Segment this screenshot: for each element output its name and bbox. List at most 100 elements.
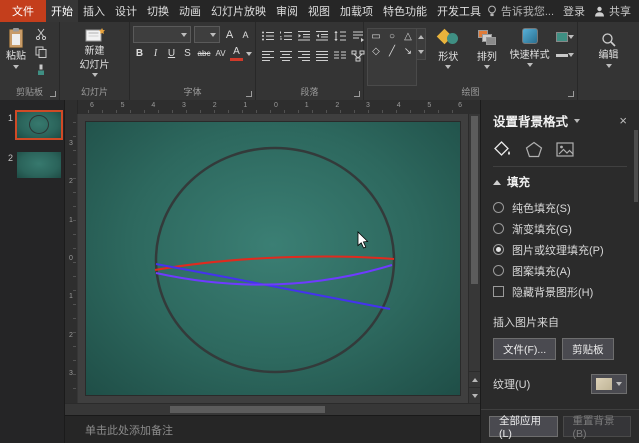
shrink-font-button[interactable]: A — [239, 27, 252, 42]
tab-transitions[interactable]: 切换 — [142, 0, 174, 22]
tab-addins[interactable]: 加载项 — [335, 0, 378, 22]
paste-button[interactable]: 粘贴 — [3, 26, 29, 86]
copy-button[interactable] — [32, 44, 50, 60]
line-shape-icon[interactable]: ╱ — [389, 46, 395, 57]
horizontal-ruler: 6543210123456 — [78, 100, 480, 114]
horizontal-scrollbar-thumb[interactable] — [170, 406, 325, 413]
picture-texture-fill-option[interactable]: 图片或纹理填充(P) — [493, 239, 627, 260]
font-name-select[interactable] — [133, 26, 191, 43]
apply-to-all-button[interactable]: 全部应用(L) — [489, 416, 558, 437]
effects-pentagon-icon[interactable] — [525, 141, 543, 158]
numbering-button[interactable] — [277, 28, 294, 44]
align-left-icon — [261, 50, 275, 62]
clipboard-source-button[interactable]: 剪贴板 — [562, 338, 614, 360]
increase-indent-button[interactable] — [313, 28, 330, 44]
underline-button[interactable]: U — [165, 46, 178, 61]
slide-canvas-area[interactable] — [78, 114, 468, 403]
grow-font-button[interactable]: A — [223, 27, 236, 42]
columns-button[interactable] — [331, 48, 348, 64]
italic-button[interactable]: I — [149, 46, 162, 61]
hide-background-option[interactable]: 隐藏背景图形(H) — [493, 281, 627, 302]
tab-animations[interactable]: 动画 — [174, 0, 206, 22]
tab-design[interactable]: 设计 — [110, 0, 142, 22]
shape-gallery[interactable]: ▭ ○ △ ◇ ╱ ↘ — [367, 28, 417, 86]
arrange-button[interactable]: 排列 — [471, 26, 504, 86]
text-shadow-button[interactable]: S — [181, 46, 194, 61]
slide-1-preview[interactable] — [17, 112, 61, 138]
line-spacing-button[interactable] — [331, 28, 348, 44]
align-right-button[interactable] — [295, 48, 312, 64]
slide-surface[interactable] — [86, 122, 460, 395]
diamond-shape-icon[interactable]: ◇ — [372, 46, 380, 57]
cut-button[interactable] — [32, 26, 50, 42]
align-center-button[interactable] — [277, 48, 294, 64]
quick-styles-button[interactable]: 快速样式 — [509, 26, 550, 86]
shape-fill-button[interactable] — [556, 29, 574, 45]
vertical-scrollbar[interactable] — [468, 114, 480, 403]
tab-developer[interactable]: 开发工具 — [432, 0, 486, 22]
clipboard-dialog-launcher-icon[interactable] — [50, 91, 56, 97]
shape-gallery-scrollbar[interactable] — [417, 28, 426, 60]
pattern-fill-option[interactable]: 图案填充(A) — [493, 260, 627, 281]
tab-view[interactable]: 视图 — [303, 0, 335, 22]
triangle-shape-icon[interactable]: △ — [404, 31, 412, 42]
decrease-indent-button[interactable] — [295, 28, 312, 44]
pattern-fill-radio[interactable] — [493, 265, 504, 276]
bold-button[interactable]: B — [133, 46, 146, 61]
gradient-fill-label: 渐变填充(G) — [512, 221, 572, 237]
justify-button[interactable] — [313, 48, 330, 64]
font-dialog-launcher-icon[interactable] — [246, 91, 252, 97]
tab-home[interactable]: 开始 — [46, 0, 78, 22]
horizontal-scrollbar[interactable] — [65, 403, 480, 415]
panel-close-button[interactable]: × — [619, 114, 627, 127]
drawing-group: ▭ ○ △ ◇ ╱ ↘ 形状 — [364, 22, 578, 100]
ellipse-shape-icon[interactable]: ○ — [389, 31, 395, 42]
file-button[interactable]: 文件(F)... — [493, 338, 556, 360]
tab-special-features[interactable]: 特色功能 — [378, 0, 432, 22]
next-slide-button[interactable] — [469, 387, 480, 403]
format-painter-button[interactable] — [32, 62, 50, 78]
arrow-shape-icon[interactable]: ↘ — [404, 46, 412, 57]
tab-insert[interactable]: 插入 — [78, 0, 110, 22]
hide-background-checkbox[interactable] — [493, 286, 504, 297]
previous-slide-button[interactable] — [469, 371, 480, 387]
shapes-button[interactable]: 形状 — [432, 26, 465, 86]
tab-file[interactable]: 文件 — [0, 0, 46, 22]
tell-me-box[interactable]: 告诉我您... — [487, 3, 554, 19]
shape-outline-icon — [556, 54, 568, 57]
font-color-button[interactable]: A — [230, 46, 243, 61]
gradient-fill-radio[interactable] — [493, 223, 504, 234]
paragraph-dialog-launcher-icon[interactable] — [354, 91, 360, 97]
picture-icon[interactable] — [556, 142, 574, 157]
tab-slideshow[interactable]: 幻灯片放映 — [206, 0, 271, 22]
picture-texture-fill-radio[interactable] — [493, 244, 504, 255]
gradient-fill-option[interactable]: 渐变填充(G) — [493, 218, 627, 239]
bullets-button[interactable] — [259, 28, 276, 44]
login-button[interactable]: 登录 — [563, 3, 585, 19]
slide-thumbnail-1[interactable]: 1 — [2, 112, 64, 138]
fill-section-header[interactable]: 填充 — [493, 174, 627, 190]
character-spacing-button[interactable]: AV — [214, 46, 227, 61]
slide-thumbnail-panel: 1 2 — [0, 100, 65, 443]
texture-dropdown[interactable] — [591, 374, 627, 394]
vertical-scrollbar-thumb[interactable] — [471, 116, 478, 284]
strikethrough-button[interactable]: abc — [197, 46, 211, 61]
shape-outline-button[interactable] — [556, 47, 574, 63]
solid-fill-option[interactable]: 纯色填充(S) — [493, 197, 627, 218]
new-slide-button[interactable]: 新建 幻灯片 — [77, 26, 113, 86]
edit-menu-button[interactable]: 编辑 — [596, 26, 622, 86]
drawing-dialog-launcher-icon[interactable] — [568, 91, 574, 97]
font-size-select[interactable] — [194, 26, 220, 43]
slide-thumbnail-2[interactable]: 2 — [2, 152, 64, 178]
share-button[interactable]: 共享 — [594, 3, 631, 19]
font-color-caret[interactable] — [246, 52, 252, 56]
solid-fill-radio[interactable] — [493, 202, 504, 213]
rectangle-shape-icon[interactable]: ▭ — [371, 31, 380, 42]
align-left-button[interactable] — [259, 48, 276, 64]
slide-2-preview[interactable] — [17, 152, 61, 178]
tab-review[interactable]: 审阅 — [271, 0, 303, 22]
notes-pane[interactable]: 单击此处添加备注 — [65, 415, 480, 443]
fill-bucket-icon[interactable] — [493, 140, 512, 158]
panel-scrollbar-thumb[interactable] — [634, 130, 638, 202]
panel-menu-caret-icon[interactable] — [574, 119, 580, 123]
